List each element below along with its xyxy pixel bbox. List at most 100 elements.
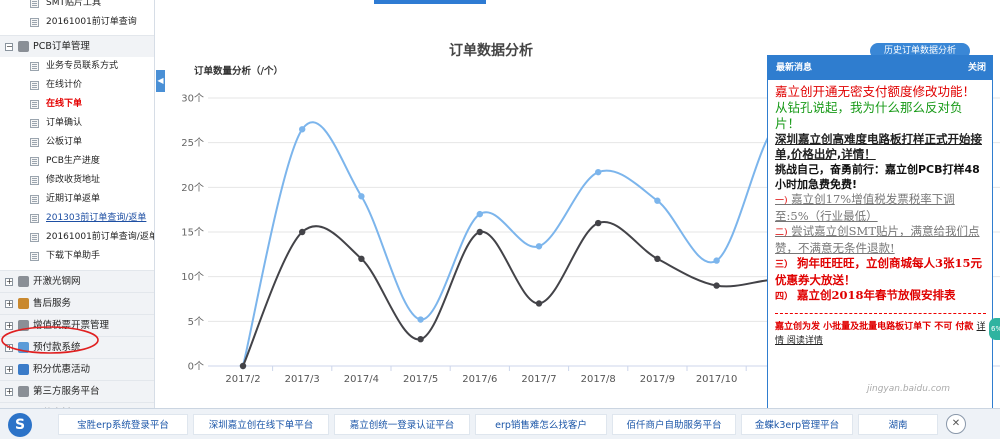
series-1-point	[476, 210, 483, 218]
group-icon	[18, 320, 29, 331]
document-icon	[30, 62, 39, 71]
x-tick-label: 2017/3	[285, 374, 320, 385]
x-tick-label: 2017/9	[640, 374, 675, 385]
watermark: jingyan.baidu.com	[867, 384, 951, 394]
sidebar-subitem[interactable]: 下载下单助手	[0, 247, 154, 266]
series-1-point	[713, 257, 720, 264]
news-header: 最新消息 关闭	[768, 56, 992, 80]
sidebar-subitem[interactable]: 20161001前订单查询/返单	[0, 228, 154, 247]
series-2-point	[299, 228, 306, 236]
close-icon[interactable]: ✕	[946, 414, 966, 434]
sidebar-group[interactable]: + 预付款系统	[0, 336, 154, 358]
x-tick-label: 2017/7	[521, 374, 556, 385]
sidebar-subitem[interactable]: PCB生产进度	[0, 152, 154, 171]
sidebar-subitem[interactable]: 订单确认	[0, 114, 154, 133]
series-2-point	[535, 300, 543, 307]
collapse-toggle-icon[interactable]: −	[5, 43, 13, 51]
series-2-point	[239, 362, 247, 370]
document-icon	[30, 214, 39, 223]
news-item-5[interactable]: 一) 嘉立创17%增值税发票税率下调至:5%（行业最低）	[775, 192, 986, 224]
sidebar-item-20161001-order-query[interactable]: 20161001前订单查询	[0, 13, 154, 32]
news-item-7[interactable]: 三） 狗年旺旺旺，立创商城每人3张15元优惠券大放送！	[775, 256, 986, 288]
document-icon	[30, 157, 39, 166]
news-item-4[interactable]: 挑战自己，奋勇前行：嘉立创PCB打样48小时加急费免费!	[775, 162, 986, 192]
bottom-link-3[interactable]: 嘉立创统一登录认证平台	[334, 414, 470, 435]
series-2-point	[476, 228, 483, 236]
sidebar-group[interactable]: + 开激光钢网	[0, 270, 154, 292]
news-item-9[interactable]: 嘉立创为发 小批量及批量电路板订单下 不可 付款 详情 阅读详情	[775, 313, 986, 348]
expand-toggle-icon[interactable]: +	[5, 278, 13, 286]
news-item-7-text: 狗年旺旺旺，立创商城每人3张15元优惠券大放送！	[775, 256, 983, 287]
bottom-link-7[interactable]: 湖南	[858, 414, 938, 435]
series-2-point	[654, 255, 661, 262]
series-2-point	[358, 255, 365, 262]
news-item-7-prefix: 三）	[775, 260, 794, 270]
news-item-2[interactable]: 从钻孔说起，我为什么那么反对负片！	[775, 100, 986, 132]
x-tick-label: 2017/8	[581, 374, 616, 385]
news-item-3[interactable]: 深圳嘉立创高难度电路板打样正式开始接单,价格出炉,详情！	[775, 132, 986, 162]
news-item-6[interactable]: 二) 尝试嘉立创SMT贴片，满意给我们点赞，不满意无条件退款!	[775, 224, 986, 256]
y-tick-label: 5个	[188, 316, 204, 328]
side-float-tab[interactable]: 6%	[989, 318, 1000, 340]
expand-toggle-icon[interactable]: +	[5, 388, 13, 396]
news-item-8[interactable]: 四） 嘉立创2018年春节放假安排表	[775, 288, 986, 305]
bottom-link-5[interactable]: 佰仟商户自助服务平台	[612, 414, 736, 435]
sidebar-subitem[interactable]: 修改收货地址	[0, 171, 154, 190]
x-tick-label: 2017/2	[225, 374, 260, 385]
sidebar-subitem[interactable]: 201303前订单查询/返单	[0, 209, 154, 228]
expand-toggle-icon[interactable]: +	[5, 344, 13, 352]
sidebar-subitem[interactable]: 公板订单	[0, 133, 154, 152]
document-icon	[30, 0, 39, 8]
x-tick-label: 2017/4	[344, 374, 379, 385]
document-icon	[30, 100, 39, 109]
sidebar-group[interactable]: + 积分优惠活动	[0, 358, 154, 380]
series-1-point	[358, 193, 365, 200]
expand-toggle-icon[interactable]: +	[5, 366, 13, 374]
series-1-point	[417, 316, 424, 323]
y-tick-label: 15个	[181, 227, 204, 239]
bottom-link-bar: S 宝胜erp系统登录平台 深圳嘉立创在线下单平台 嘉立创统一登录认证平台 er…	[0, 408, 1000, 439]
bottom-link-4[interactable]: erp销售难怎么找客户	[475, 414, 607, 435]
group-icon	[18, 276, 29, 287]
news-close-button[interactable]: 关闭	[968, 56, 986, 80]
sidebar-group[interactable]: + 第三方服务平台	[0, 380, 154, 402]
expand-toggle-icon[interactable]: +	[5, 300, 13, 308]
news-panel: 最新消息 关闭 嘉立创开通无密支付额度修改功能！ 从钻孔说起，我为什么那么反对负…	[767, 55, 993, 418]
news-item-1[interactable]: 嘉立创开通无密支付额度修改功能！	[775, 84, 986, 100]
sogou-logo-icon[interactable]: S	[8, 413, 32, 437]
sidebar-collapse-button[interactable]: ◀	[156, 70, 165, 92]
sidebar-group[interactable]: + 售后服务	[0, 292, 154, 314]
y-tick-label: 10个	[181, 271, 204, 283]
x-tick-label: 2017/5	[403, 374, 438, 385]
document-icon	[30, 233, 39, 242]
x-tick-label: 2017/6	[462, 374, 497, 385]
news-item-6-text: 尝试嘉立创SMT贴片，满意给我们点赞，不满意无条件退款!	[775, 224, 980, 255]
group-icon	[18, 298, 29, 309]
group-icon	[18, 386, 29, 397]
sidebar-subitem[interactable]: 业务专员联系方式	[0, 57, 154, 76]
document-icon	[30, 176, 39, 185]
group-icon	[18, 342, 29, 353]
series-1-point	[535, 243, 543, 250]
y-tick-label: 25个	[181, 137, 204, 149]
group-icon	[18, 364, 29, 375]
sidebar-groups: + 开激光钢网 + 售后服务 + 增值税票开票管理 + 预付款系统 + 积分优惠活动 + 第三方服务平…	[0, 270, 154, 424]
bottom-link-2[interactable]: 深圳嘉立创在线下单平台	[193, 414, 329, 435]
sidebar-group-pcb-orders[interactable]: − PCB订单管理	[0, 35, 154, 57]
document-icon	[30, 138, 39, 147]
sidebar-subitem[interactable]: 在线计价	[0, 76, 154, 95]
sidebar-subitem[interactable]: 在线下单	[0, 95, 154, 114]
news-item-8-prefix: 四）	[775, 292, 794, 302]
bottom-link-1[interactable]: 宝胜erp系统登录平台	[58, 414, 188, 435]
expand-toggle-icon[interactable]: +	[5, 322, 13, 330]
bottom-link-6[interactable]: 金蝶k3erp管理平台	[741, 414, 853, 435]
series-1-point	[595, 168, 602, 176]
news-item-9-text: 嘉立创为发 小批量及批量电路板订单下 不可 付款	[775, 322, 977, 332]
y-tick-label: 30个	[181, 93, 204, 105]
sidebar-subitem[interactable]: 近期订单返单	[0, 190, 154, 209]
document-icon	[30, 119, 39, 128]
sidebar-item-smt-tool[interactable]: SMT贴片工具	[0, 0, 154, 13]
sidebar-group[interactable]: + 增值税票开票管理	[0, 314, 154, 336]
series-1-point	[299, 126, 306, 133]
news-title: 最新消息	[776, 63, 813, 73]
